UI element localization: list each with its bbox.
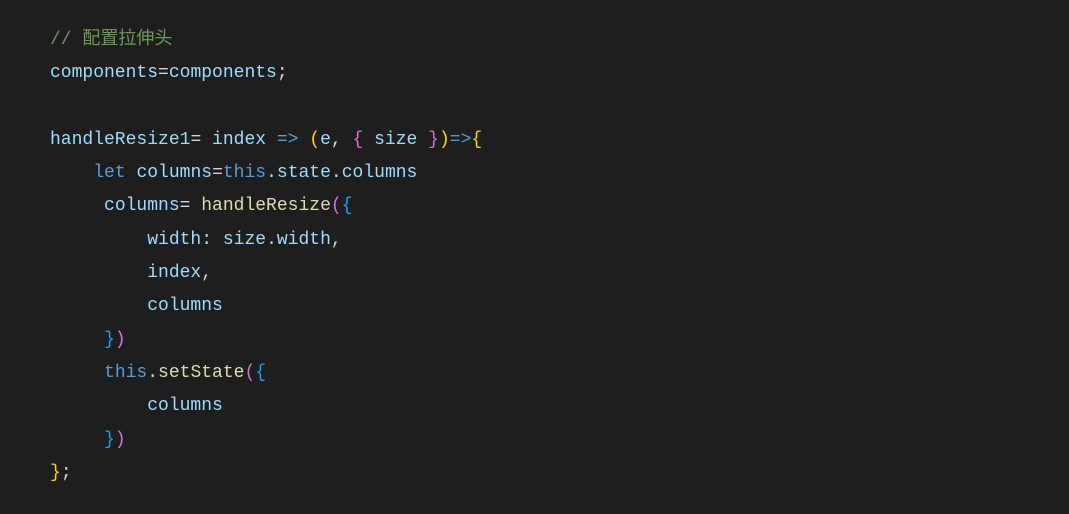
- property: columns: [342, 163, 418, 183]
- property-key: columns: [147, 396, 223, 416]
- code-line: }): [50, 324, 1069, 357]
- brace-close: }: [50, 463, 61, 483]
- operator: =: [180, 196, 202, 216]
- comma: ,: [201, 263, 212, 283]
- operator: =: [212, 163, 223, 183]
- parameter: index: [212, 130, 266, 150]
- dot: .: [266, 230, 277, 250]
- brace-open: {: [353, 130, 375, 150]
- colon: :: [201, 230, 223, 250]
- variable: columns: [136, 163, 212, 183]
- code-line: this.setState({: [50, 357, 1069, 390]
- keyword-this: this: [104, 363, 147, 383]
- paren-open: (: [331, 196, 342, 216]
- dot: .: [266, 163, 277, 183]
- keyword-this: this: [223, 163, 266, 183]
- code-editor[interactable]: // 配置拉伸头 components=components; handleRe…: [0, 24, 1069, 490]
- property-key: index: [147, 263, 201, 283]
- comma: ,: [331, 130, 353, 150]
- variable: columns: [104, 196, 180, 216]
- code-line: };: [50, 457, 1069, 490]
- parameter: e: [320, 130, 331, 150]
- operator: =: [190, 130, 212, 150]
- parameter: size: [374, 130, 417, 150]
- code-line: let columns=this.state.columns: [50, 157, 1069, 190]
- function-call: handleResize: [201, 196, 331, 216]
- code-line: handleResize1= index => (e, { size })=>{: [50, 124, 1069, 157]
- code-line: components=components;: [50, 57, 1069, 90]
- blank-line: [50, 91, 1069, 124]
- paren-open: (: [309, 130, 320, 150]
- operator: =: [158, 63, 169, 83]
- space: [126, 163, 137, 183]
- property: state: [277, 163, 331, 183]
- property: width: [277, 230, 331, 250]
- brace-open: {: [471, 130, 482, 150]
- variable: components: [50, 63, 158, 83]
- code-line: columns: [50, 290, 1069, 323]
- paren-open: (: [244, 363, 255, 383]
- dot: .: [147, 363, 158, 383]
- brace-close: }: [104, 330, 115, 350]
- paren-close: ): [115, 330, 126, 350]
- semicolon: ;: [61, 463, 72, 483]
- paren-close: ): [439, 130, 450, 150]
- comment-text: // 配置拉伸头: [50, 30, 172, 50]
- code-line: // 配置拉伸头: [50, 24, 1069, 57]
- dot: .: [331, 163, 342, 183]
- brace-open: {: [255, 363, 266, 383]
- keyword: let: [93, 163, 125, 183]
- arrow: =>: [450, 130, 472, 150]
- paren-close: ): [115, 430, 126, 450]
- code-line: columns: [50, 390, 1069, 423]
- function-name: handleResize1: [50, 130, 190, 150]
- variable: size: [223, 230, 266, 250]
- semicolon: ;: [277, 63, 288, 83]
- variable: components: [169, 63, 277, 83]
- comma: ,: [331, 230, 342, 250]
- brace-close: }: [104, 430, 115, 450]
- code-line: }): [50, 424, 1069, 457]
- arrow: =>: [266, 130, 309, 150]
- brace-open: {: [342, 196, 353, 216]
- property-key: columns: [147, 296, 223, 316]
- code-line: width: size.width,: [50, 224, 1069, 257]
- function-call: setState: [158, 363, 244, 383]
- code-line: index,: [50, 257, 1069, 290]
- code-line: columns= handleResize({: [50, 190, 1069, 223]
- property-key: width: [147, 230, 201, 250]
- brace-close: }: [417, 130, 439, 150]
